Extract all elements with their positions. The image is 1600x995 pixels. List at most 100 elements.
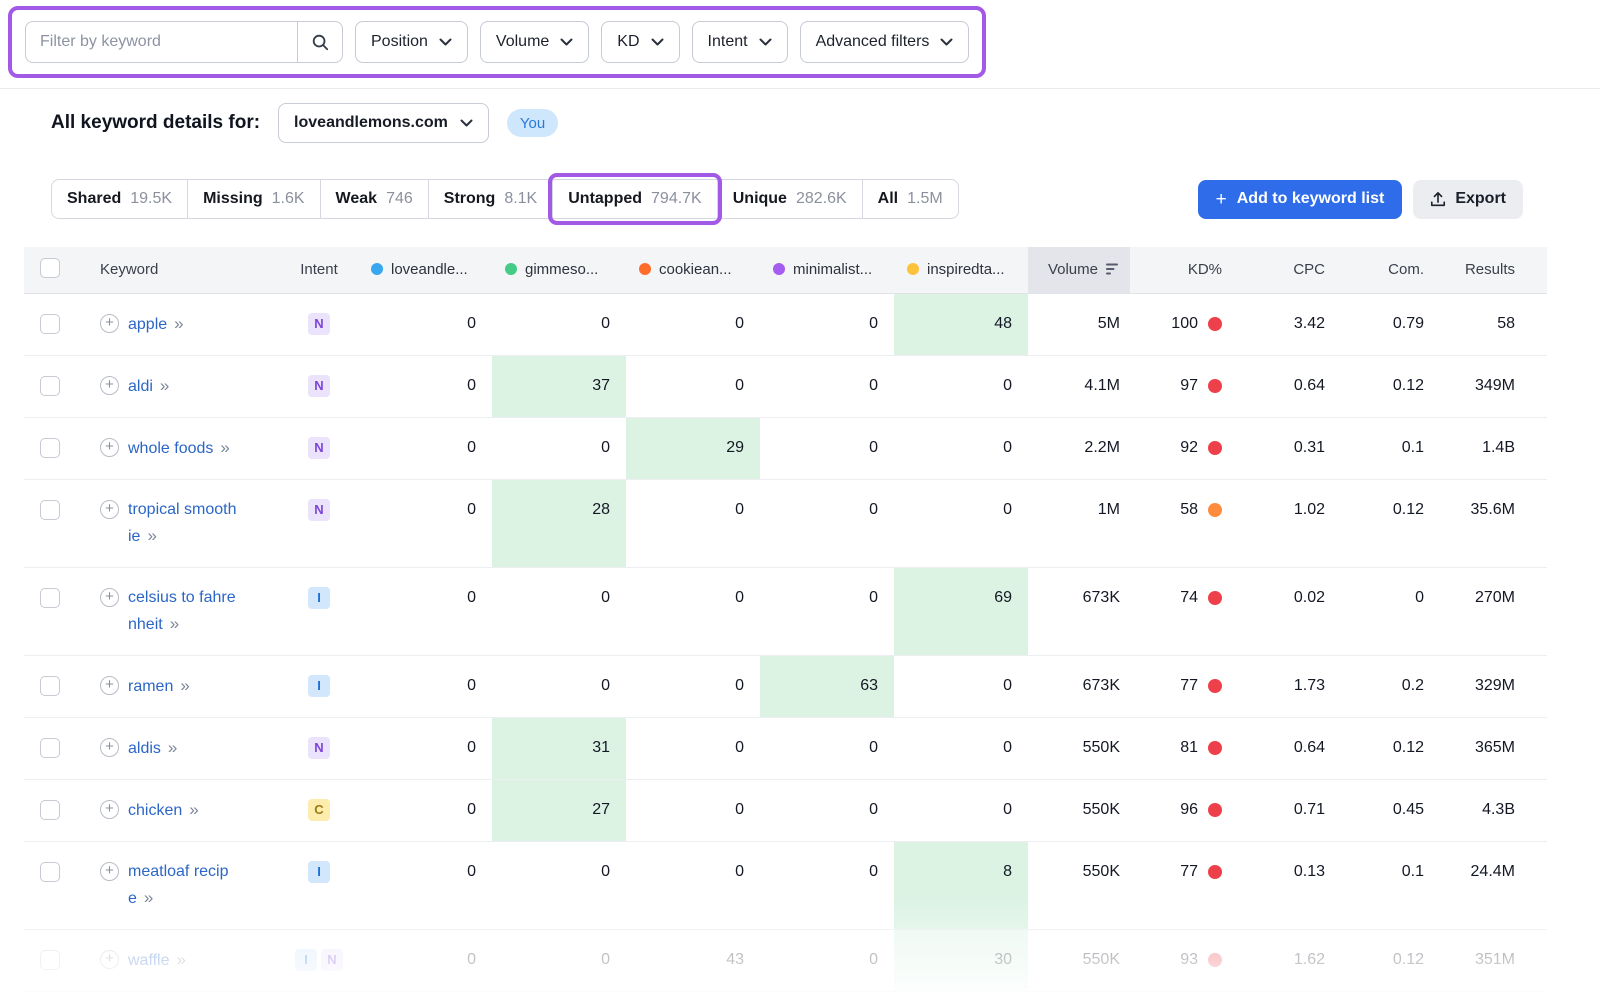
keyword-link[interactable]: apple [128,316,167,333]
select-all-checkbox[interactable] [40,258,60,278]
open-serp-icon[interactable]: » [168,738,177,757]
open-serp-icon[interactable]: » [180,676,189,695]
row-checkbox[interactable] [40,500,60,520]
open-serp-icon[interactable]: » [220,438,229,457]
tab-shared[interactable]: Shared 19.5K [51,179,188,219]
col-header-keyword[interactable]: Keyword [80,247,280,293]
competitor-value: 0 [894,717,1028,779]
filter-dropdown-intent[interactable]: Intent [692,21,788,63]
add-keyword-plus-icon[interactable]: + [100,376,119,395]
results-value: 1.4B [1440,417,1547,479]
competitor-dot-icon [371,263,383,275]
kd-dot-icon [1208,591,1222,605]
add-keyword-plus-icon[interactable]: + [100,800,119,819]
open-serp-icon[interactable]: » [174,314,183,333]
open-serp-icon[interactable]: » [160,376,169,395]
open-serp-icon[interactable]: » [147,526,156,545]
keyword-link[interactable]: aldis [128,740,161,757]
open-serp-icon[interactable]: » [177,950,186,969]
tab-all[interactable]: All 1.5M [862,179,959,219]
add-keyword-plus-icon[interactable]: + [100,862,119,881]
chevron-down-icon [759,38,772,46]
col-header-competitor-2[interactable]: gimmeso... [492,247,626,293]
export-button[interactable]: Export [1413,180,1523,219]
chevron-down-icon [940,38,953,46]
add-keyword-plus-icon[interactable]: + [100,314,119,333]
competitor-value: 0 [760,417,894,479]
add-keyword-plus-icon[interactable]: + [100,676,119,695]
filter-dropdown-advanced-filters[interactable]: Advanced filters [800,21,970,63]
keyword-link[interactable]: waffle [128,952,170,969]
competitor-value: 0 [626,293,760,355]
search-button[interactable] [297,21,343,63]
col-header-competitor-5[interactable]: inspiredta... [894,247,1028,293]
row-checkbox[interactable] [40,376,60,396]
col-header-competitor-4[interactable]: minimalist... [760,247,894,293]
competitor-dot-icon [639,263,651,275]
keyword-link[interactable]: tropical smoothie [128,501,237,545]
row-checkbox[interactable] [40,438,60,458]
add-keyword-plus-icon[interactable]: + [100,500,119,519]
kd-value: 77 [1180,673,1198,699]
filter-dropdown-volume[interactable]: Volume [480,21,589,63]
kd-dot-icon [1208,865,1222,879]
keyword-link[interactable]: celsius to fahrenheit [128,589,236,633]
add-to-keyword-list-button[interactable]: + Add to keyword list [1198,180,1403,219]
filter-dropdown-position[interactable]: Position [355,21,468,63]
col-header-competitor-3[interactable]: cookiean... [626,247,760,293]
tab-unique[interactable]: Unique 282.6K [717,179,863,219]
keyword-link[interactable]: ramen [128,678,173,695]
row-checkbox[interactable] [40,588,60,608]
competitor-value: 0 [358,567,492,655]
tab-untapped[interactable]: Untapped 794.7K [552,179,718,219]
row-checkbox[interactable] [40,950,60,970]
col-header-intent[interactable]: Intent [280,247,358,293]
sort-descending-icon[interactable] [1106,263,1120,275]
keyword-link[interactable]: aldi [128,378,153,395]
row-checkbox[interactable] [40,862,60,882]
open-serp-icon[interactable]: » [170,614,179,633]
competitor-value: 0 [358,417,492,479]
col-header-competitor-1[interactable]: loveandle... [358,247,492,293]
tab-weak[interactable]: Weak 746 [320,179,429,219]
row-checkbox[interactable] [40,738,60,758]
col-header-com[interactable]: Com. [1340,247,1440,293]
keyword-filter-input[interactable] [25,21,297,63]
competitor-value: 69 [894,567,1028,655]
dropdown-label: Intent [708,33,748,51]
competitor-value: 0 [358,479,492,567]
add-keyword-plus-icon[interactable]: + [100,738,119,757]
col-header-cpc[interactable]: CPC [1240,247,1340,293]
keyword-link[interactable]: chicken [128,802,182,819]
competitor-value: 0 [358,779,492,841]
cpc-value: 0.13 [1240,841,1340,929]
tab-strong[interactable]: Strong 8.1K [428,179,553,219]
domain-selector[interactable]: loveandlemons.com [278,103,489,143]
open-serp-icon[interactable]: » [189,800,198,819]
row-checkbox[interactable] [40,314,60,334]
col-header-results[interactable]: Results [1440,247,1547,293]
competitor-value: 0 [760,717,894,779]
row-checkbox[interactable] [40,676,60,696]
kd-dot-icon [1208,803,1222,817]
keyword-row-aldi: +aldi»N0370004.1M970.640.12349M [24,355,1547,417]
filter-dropdown-kd[interactable]: KD [601,21,679,63]
add-keyword-plus-icon[interactable]: + [100,950,119,969]
add-keyword-plus-icon[interactable]: + [100,588,119,607]
com-value: 0.79 [1340,293,1440,355]
tab-label: Weak [336,190,378,208]
cpc-value: 3.42 [1240,293,1340,355]
table-header-row: KeywordIntentloveandle...gimmeso...cooki… [24,247,1547,293]
col-header-volume[interactable]: Volume [1028,247,1130,293]
competitor-value: 31 [492,717,626,779]
com-value: 0 [1340,567,1440,655]
details-header: All keyword details for: loveandlemons.c… [51,103,1600,143]
tab-missing[interactable]: Missing 1.6K [187,179,320,219]
intent-badge-N: N [308,499,330,521]
open-serp-icon[interactable]: » [144,888,153,907]
add-keyword-plus-icon[interactable]: + [100,438,119,457]
col-header-kd[interactable]: KD% [1130,247,1240,293]
row-checkbox[interactable] [40,800,60,820]
keyword-link[interactable]: whole foods [128,440,213,457]
tab-label: Strong [444,190,496,208]
